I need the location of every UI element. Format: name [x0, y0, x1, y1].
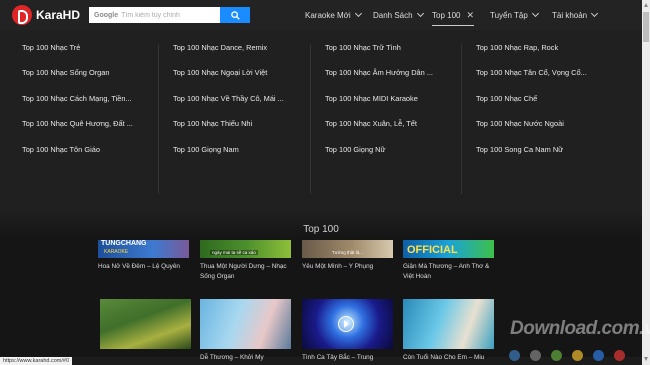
scroll-down-icon[interactable]	[644, 357, 648, 361]
nav-karaoke-moi[interactable]: Karaoke Mới	[305, 0, 362, 30]
video-title[interactable]: Giận Mà Thương – Anh Thơ & Việt Hoàn	[403, 262, 499, 281]
menu-item[interactable]: Top 100 Nhạc Thiếu Nhi	[173, 118, 313, 143]
menu-item[interactable]: Top 100 Nhạc Chế	[476, 93, 616, 118]
top100-mega-menu: Top 100 Nhạc Trẻ Top 100 Nhạc Sống Organ…	[0, 30, 642, 210]
menu-item[interactable]: Top 100 Nhạc Ngoại Lời Việt	[173, 67, 313, 92]
menu-item[interactable]: Top 100 Nhạc Trẻ	[22, 42, 162, 67]
chevron-down-icon	[591, 9, 599, 18]
video-title[interactable]: Hoa Nở Về Đêm – Lệ Quyên	[98, 262, 194, 272]
karahd-logo[interactable]: KaraHD	[12, 5, 80, 25]
dot	[593, 350, 604, 361]
menu-item[interactable]: Top 100 Nhạc Nước Ngoài	[476, 118, 616, 143]
dot	[509, 350, 520, 361]
search-form: Google	[89, 7, 250, 23]
menu-column-1: Top 100 Nhạc Trẻ Top 100 Nhạc Sống Organ…	[22, 42, 162, 169]
menu-item[interactable]: Top 100 Nhạc Rap, Rock	[476, 42, 616, 67]
menu-item[interactable]: Top 100 Nhạc Quê Hương, Đất ...	[22, 118, 162, 143]
video-thumbnail[interactable]: Tưởng thật là...	[302, 240, 393, 258]
column-divider	[158, 44, 159, 194]
search-box[interactable]: Google	[89, 7, 220, 23]
menu-item[interactable]: Top 100 Giọng Nam	[173, 144, 313, 169]
nav-karaoke-moi-label: Karaoke Mới	[305, 10, 351, 20]
chevron-down-icon	[354, 9, 362, 18]
column-divider	[461, 44, 462, 194]
vertical-scrollbar[interactable]	[642, 0, 650, 365]
thumb-text: ngày mai ta sẽ ca xáo	[210, 250, 258, 255]
menu-item[interactable]: Top 100 Nhạc Trữ Tình	[325, 42, 465, 67]
logo-text: KaraHD	[36, 8, 81, 22]
thumb-text: Tưởng thật là...	[332, 250, 363, 255]
menu-item[interactable]: Top 100 Nhạc Cách Mạng, Tiền...	[22, 93, 162, 118]
menu-item[interactable]: Top 100 Nhạc Xuân, Lễ, Tết	[325, 118, 465, 143]
thumb-text: KARAOKE	[104, 249, 129, 255]
menu-item[interactable]: Top 100 Nhạc Tân Cổ, Vọng Cổ...	[476, 67, 616, 92]
nav-tai-khoan[interactable]: Tài khoản	[552, 0, 599, 30]
status-bar-url: https://www.karahd.com/#0	[0, 357, 73, 365]
nav-tuyen-tap-label: Tuyển Tập	[490, 10, 528, 20]
search-icon	[230, 10, 240, 20]
scroll-up-icon[interactable]	[644, 3, 648, 7]
dot	[530, 350, 541, 361]
nav-tai-khoan-label: Tài khoản	[552, 10, 588, 20]
menu-item[interactable]: Top 100 Giọng Nữ	[325, 144, 465, 169]
logo-icon	[12, 5, 32, 25]
search-input[interactable]	[121, 11, 220, 19]
video-title[interactable]: Dễ Thương – Khởi My	[200, 353, 296, 363]
nav-top100[interactable]: Top 100 ✕	[432, 4, 475, 27]
column-divider	[310, 44, 311, 194]
video-thumbnail[interactable]: ngày mai ta sẽ ca xáo	[200, 240, 291, 258]
nav-top100-label: Top 100	[432, 10, 461, 20]
color-dots	[509, 350, 625, 361]
menu-column-2: Top 100 Nhạc Dance, Remix Top 100 Nhạc N…	[173, 42, 313, 169]
nav-tuyen-tap[interactable]: Tuyển Tập	[490, 0, 539, 30]
nav-danh-sach-label: Danh Sách	[373, 10, 413, 20]
menu-item[interactable]: Top 100 Nhạc Sống Organ	[22, 67, 162, 92]
video-thumbnail[interactable]	[403, 299, 494, 349]
thumb-text: OFFICIAL	[407, 244, 458, 256]
search-button[interactable]	[220, 7, 250, 23]
chevron-down-icon	[416, 9, 424, 18]
video-title[interactable]: Tình Ca Tây Bắc – Trung	[302, 353, 398, 363]
watermark-text: Download.com.vn	[510, 318, 650, 339]
video-thumbnail[interactable]: OFFICIAL	[403, 240, 494, 258]
nav-top100-active: Top 100 ✕	[432, 6, 475, 26]
video-thumbnail[interactable]: TUNGCHANG KARAOKE	[98, 240, 189, 258]
menu-item[interactable]: Top 100 Nhạc Tôn Giáo	[22, 144, 162, 169]
close-icon[interactable]: ✕	[466, 10, 474, 21]
top-nav-bar: KaraHD Google Karaoke Mới Danh Sách Top …	[0, 0, 642, 30]
menu-item[interactable]: Top 100 Nhạc Về Thầy Cô, Mái ...	[173, 93, 313, 118]
dot	[614, 350, 625, 361]
video-title[interactable]: Yêu Một Mình – Y Phụng	[302, 262, 398, 272]
menu-column-4: Top 100 Nhạc Rap, Rock Top 100 Nhạc Tân …	[476, 42, 616, 169]
menu-item[interactable]: Top 100 Nhạc Âm Hưởng Dân ...	[325, 67, 465, 92]
video-thumbnail[interactable]	[200, 299, 291, 349]
dot	[551, 350, 562, 361]
menu-item[interactable]: Top 100 Nhạc Dance, Remix	[173, 42, 313, 67]
video-thumbnail[interactable]	[100, 299, 191, 349]
section-title: Top 100	[303, 224, 339, 235]
google-brand: Google	[94, 11, 119, 19]
play-icon[interactable]	[338, 316, 354, 332]
video-title[interactable]: Thua Một Người Dưng – Nhạc Sống Organ	[200, 262, 296, 281]
menu-column-3: Top 100 Nhạc Trữ Tình Top 100 Nhạc Âm Hư…	[325, 42, 465, 169]
menu-item[interactable]: Top 100 Nhạc MIDI Karaoke	[325, 93, 465, 118]
scrollbar-thumb[interactable]	[643, 12, 649, 42]
chevron-down-icon	[531, 9, 539, 18]
menu-item[interactable]: Top 100 Song Ca Nam Nữ	[476, 144, 616, 169]
nav-danh-sach[interactable]: Danh Sách	[373, 0, 424, 30]
thumb-text: TUNGCHANG	[101, 240, 147, 247]
video-title[interactable]: Còn Tuổi Nào Cho Em – Miu	[403, 353, 499, 363]
dot	[572, 350, 583, 361]
